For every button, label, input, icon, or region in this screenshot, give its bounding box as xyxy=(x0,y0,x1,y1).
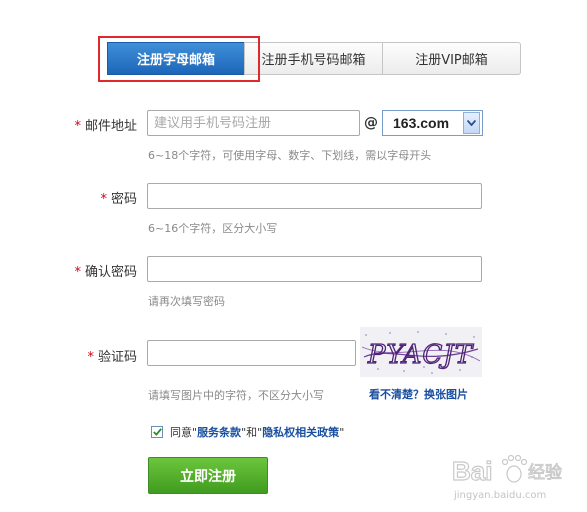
watermark-suffix: 经验 xyxy=(528,463,562,483)
confirm-password-label: * 确认密码 xyxy=(74,261,137,280)
required-mark: * xyxy=(74,119,81,134)
refresh-captcha-link[interactable]: 看不清楚？换张图片 xyxy=(369,386,468,402)
at-symbol: @ xyxy=(364,115,378,131)
required-mark: * xyxy=(74,265,81,280)
password-label-text: 密码 xyxy=(110,192,137,207)
password-hint: 6~16个字符，区分大小写 xyxy=(148,222,278,235)
check-icon xyxy=(152,428,162,436)
email-domain-value: 163.com xyxy=(393,115,450,131)
watermark-brand: Bai xyxy=(452,456,492,486)
agree-prefix: 同意" xyxy=(170,426,198,439)
email-domain-select[interactable]: 163.com xyxy=(382,110,483,136)
captcha-text: PYACJT xyxy=(367,340,474,370)
confirm-password-hint: 请再次填写密码 xyxy=(148,295,225,308)
terms-link[interactable]: 服务条款 xyxy=(197,424,241,440)
email-input[interactable] xyxy=(147,110,360,136)
email-label-text: 邮件地址 xyxy=(84,119,137,134)
tab-letter-email[interactable]: 注册字母邮箱 xyxy=(107,42,245,75)
captcha-graphic: PYACJT xyxy=(361,331,481,374)
captcha-image[interactable]: PYACJT xyxy=(360,327,482,377)
watermark-url: jingyan.baidu.com xyxy=(453,490,546,501)
captcha-input[interactable] xyxy=(147,340,356,366)
confirm-password-label-text: 确认密码 xyxy=(84,265,137,280)
privacy-link[interactable]: 隐私权相关政策 xyxy=(262,424,339,440)
tab-mobile-email[interactable]: 注册手机号码邮箱 xyxy=(244,42,383,75)
password-input[interactable] xyxy=(147,183,482,209)
tab-vip-email[interactable]: 注册VIP邮箱 xyxy=(382,42,521,75)
email-label: * 邮件地址 xyxy=(74,115,137,134)
paw-icon xyxy=(501,454,528,483)
required-mark: * xyxy=(100,192,107,207)
captcha-label-text: 验证码 xyxy=(97,350,137,365)
register-button[interactable]: 立即注册 xyxy=(148,457,268,494)
agree-suffix: " xyxy=(339,425,345,439)
captcha-hint: 请填写图片中的字符，不区分大小写 xyxy=(148,389,324,402)
required-mark: * xyxy=(87,350,94,365)
password-label: * 密码 xyxy=(100,188,137,207)
baidu-watermark: Bai 经验 jingyan.baidu.com xyxy=(451,452,578,504)
captcha-label: * 验证码 xyxy=(87,346,137,365)
confirm-password-input[interactable] xyxy=(147,256,482,282)
chevron-down-icon[interactable] xyxy=(463,112,480,134)
email-hint: 6~18个字符，可使用字母、数字、下划线，需以字母开头 xyxy=(148,149,432,162)
agree-middle: "和" xyxy=(241,426,263,439)
agreement-row: 同意" 服务条款 "和" 隐私权相关政策 " xyxy=(151,424,344,440)
baidu-paw-logo: Bai 经验 jingyan.baidu.com xyxy=(451,454,563,501)
agree-checkbox[interactable] xyxy=(151,426,163,438)
